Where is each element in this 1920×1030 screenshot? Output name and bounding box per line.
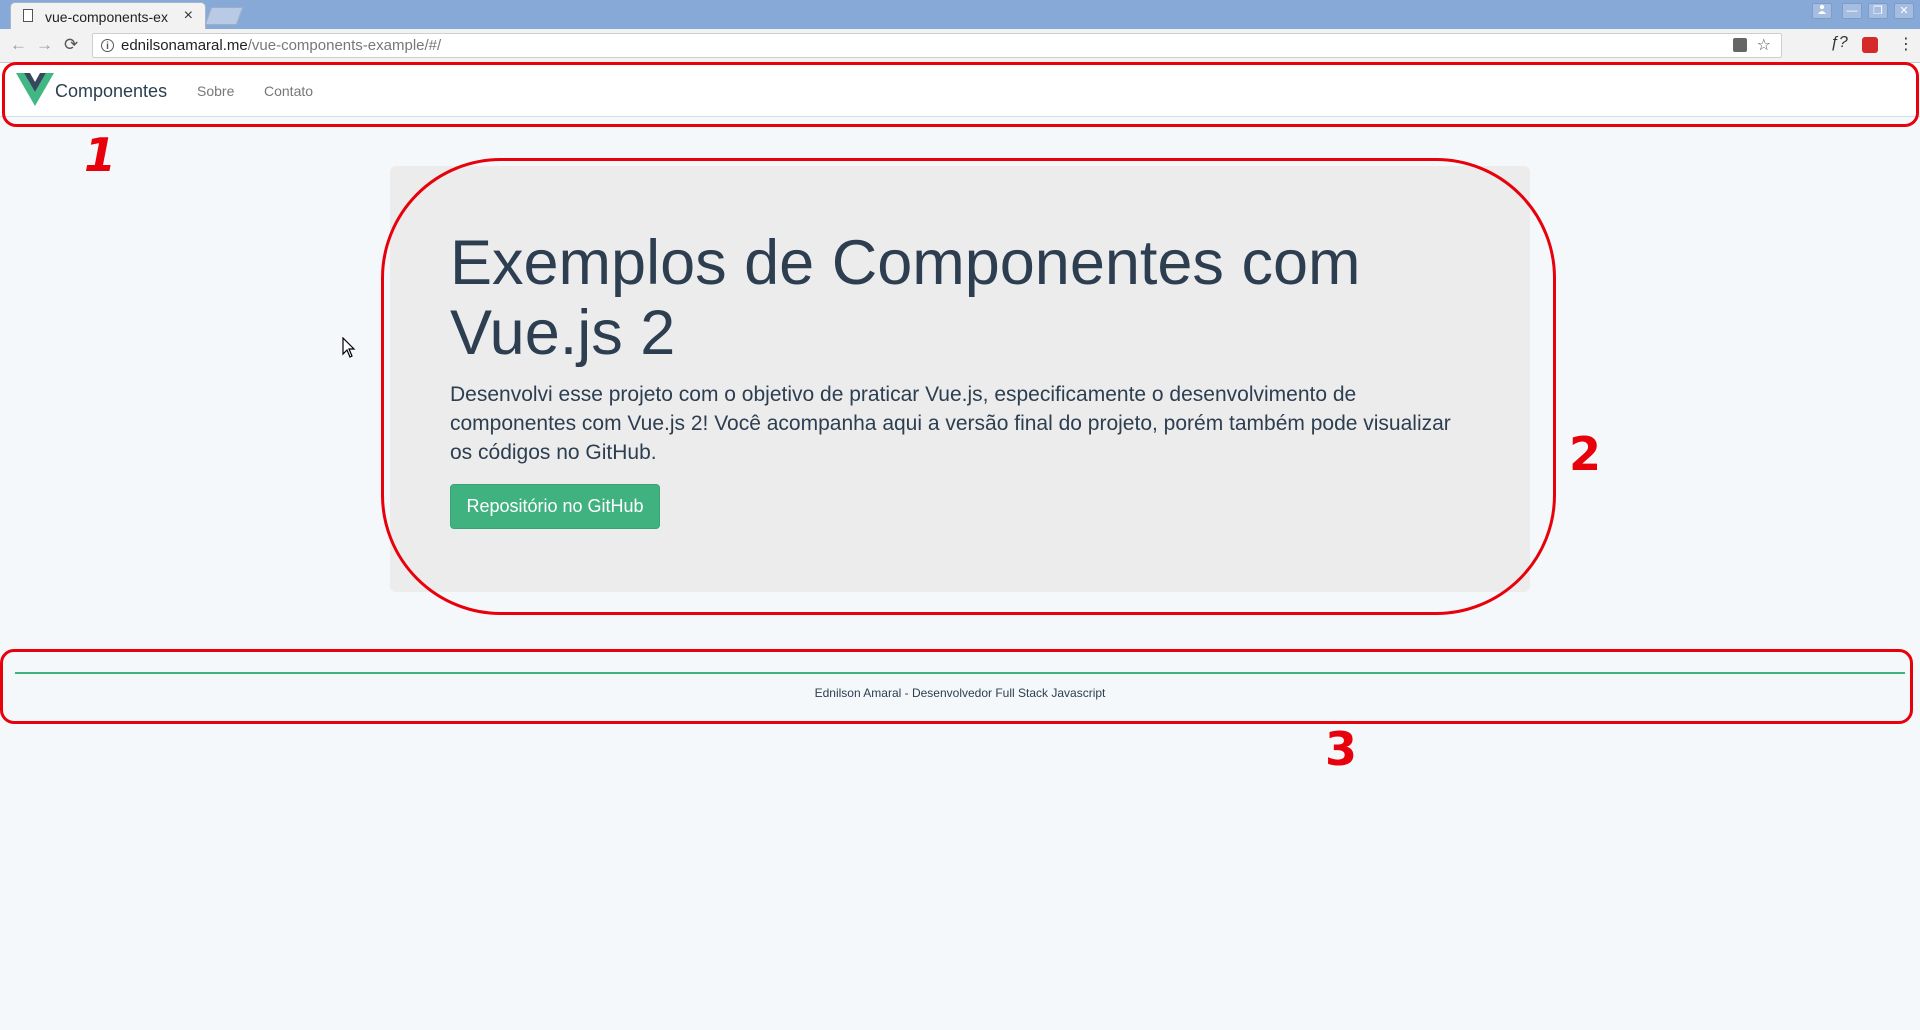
- extension-icon[interactable]: ƒ?: [1830, 34, 1848, 52]
- tab-title: vue-components-ex: [45, 9, 168, 25]
- minimize-button[interactable]: —: [1842, 3, 1862, 19]
- cors-extension-icon[interactable]: [1862, 37, 1878, 53]
- forward-icon[interactable]: →: [36, 35, 53, 55]
- reload-icon[interactable]: ⟳: [64, 35, 78, 55]
- file-icon: [23, 9, 33, 22]
- annotation-number-1: 1: [84, 128, 117, 182]
- annotation-box-3: [0, 649, 1913, 724]
- browser-titlebar: vue-components-ex × — ❐ ✕: [0, 0, 1920, 29]
- restore-button[interactable]: ❐: [1868, 3, 1888, 19]
- url-path: /vue-components-example/#/: [247, 37, 442, 54]
- annotation-box-2: [381, 158, 1556, 615]
- new-tab-button[interactable]: [204, 7, 244, 25]
- info-icon[interactable]: i: [101, 39, 114, 52]
- tab-close-icon[interactable]: ×: [184, 7, 193, 25]
- browser-tab[interactable]: vue-components-ex ×: [10, 2, 206, 29]
- annotation-number-3: 3: [1325, 722, 1358, 776]
- back-icon[interactable]: ←: [10, 35, 27, 55]
- url-text[interactable]: ednilsonamaral.me/vue-components-example…: [121, 37, 441, 54]
- annotation-number-2: 2: [1569, 427, 1602, 481]
- close-window-button[interactable]: ✕: [1894, 3, 1914, 19]
- address-bar[interactable]: i ednilsonamaral.me/vue-components-examp…: [92, 33, 1782, 58]
- menu-icon[interactable]: ⋮: [1898, 34, 1914, 54]
- translate-icon[interactable]: [1733, 38, 1747, 52]
- mouse-cursor-icon: [342, 337, 356, 358]
- annotation-box-1: [2, 62, 1919, 127]
- profile-icon[interactable]: [1812, 3, 1832, 19]
- bookmark-star-icon[interactable]: ☆: [1757, 35, 1771, 55]
- url-domain: ednilsonamaral.me: [121, 37, 248, 54]
- browser-toolbar: ← → ⟳ i ednilsonamaral.me/vue-components…: [0, 29, 1920, 63]
